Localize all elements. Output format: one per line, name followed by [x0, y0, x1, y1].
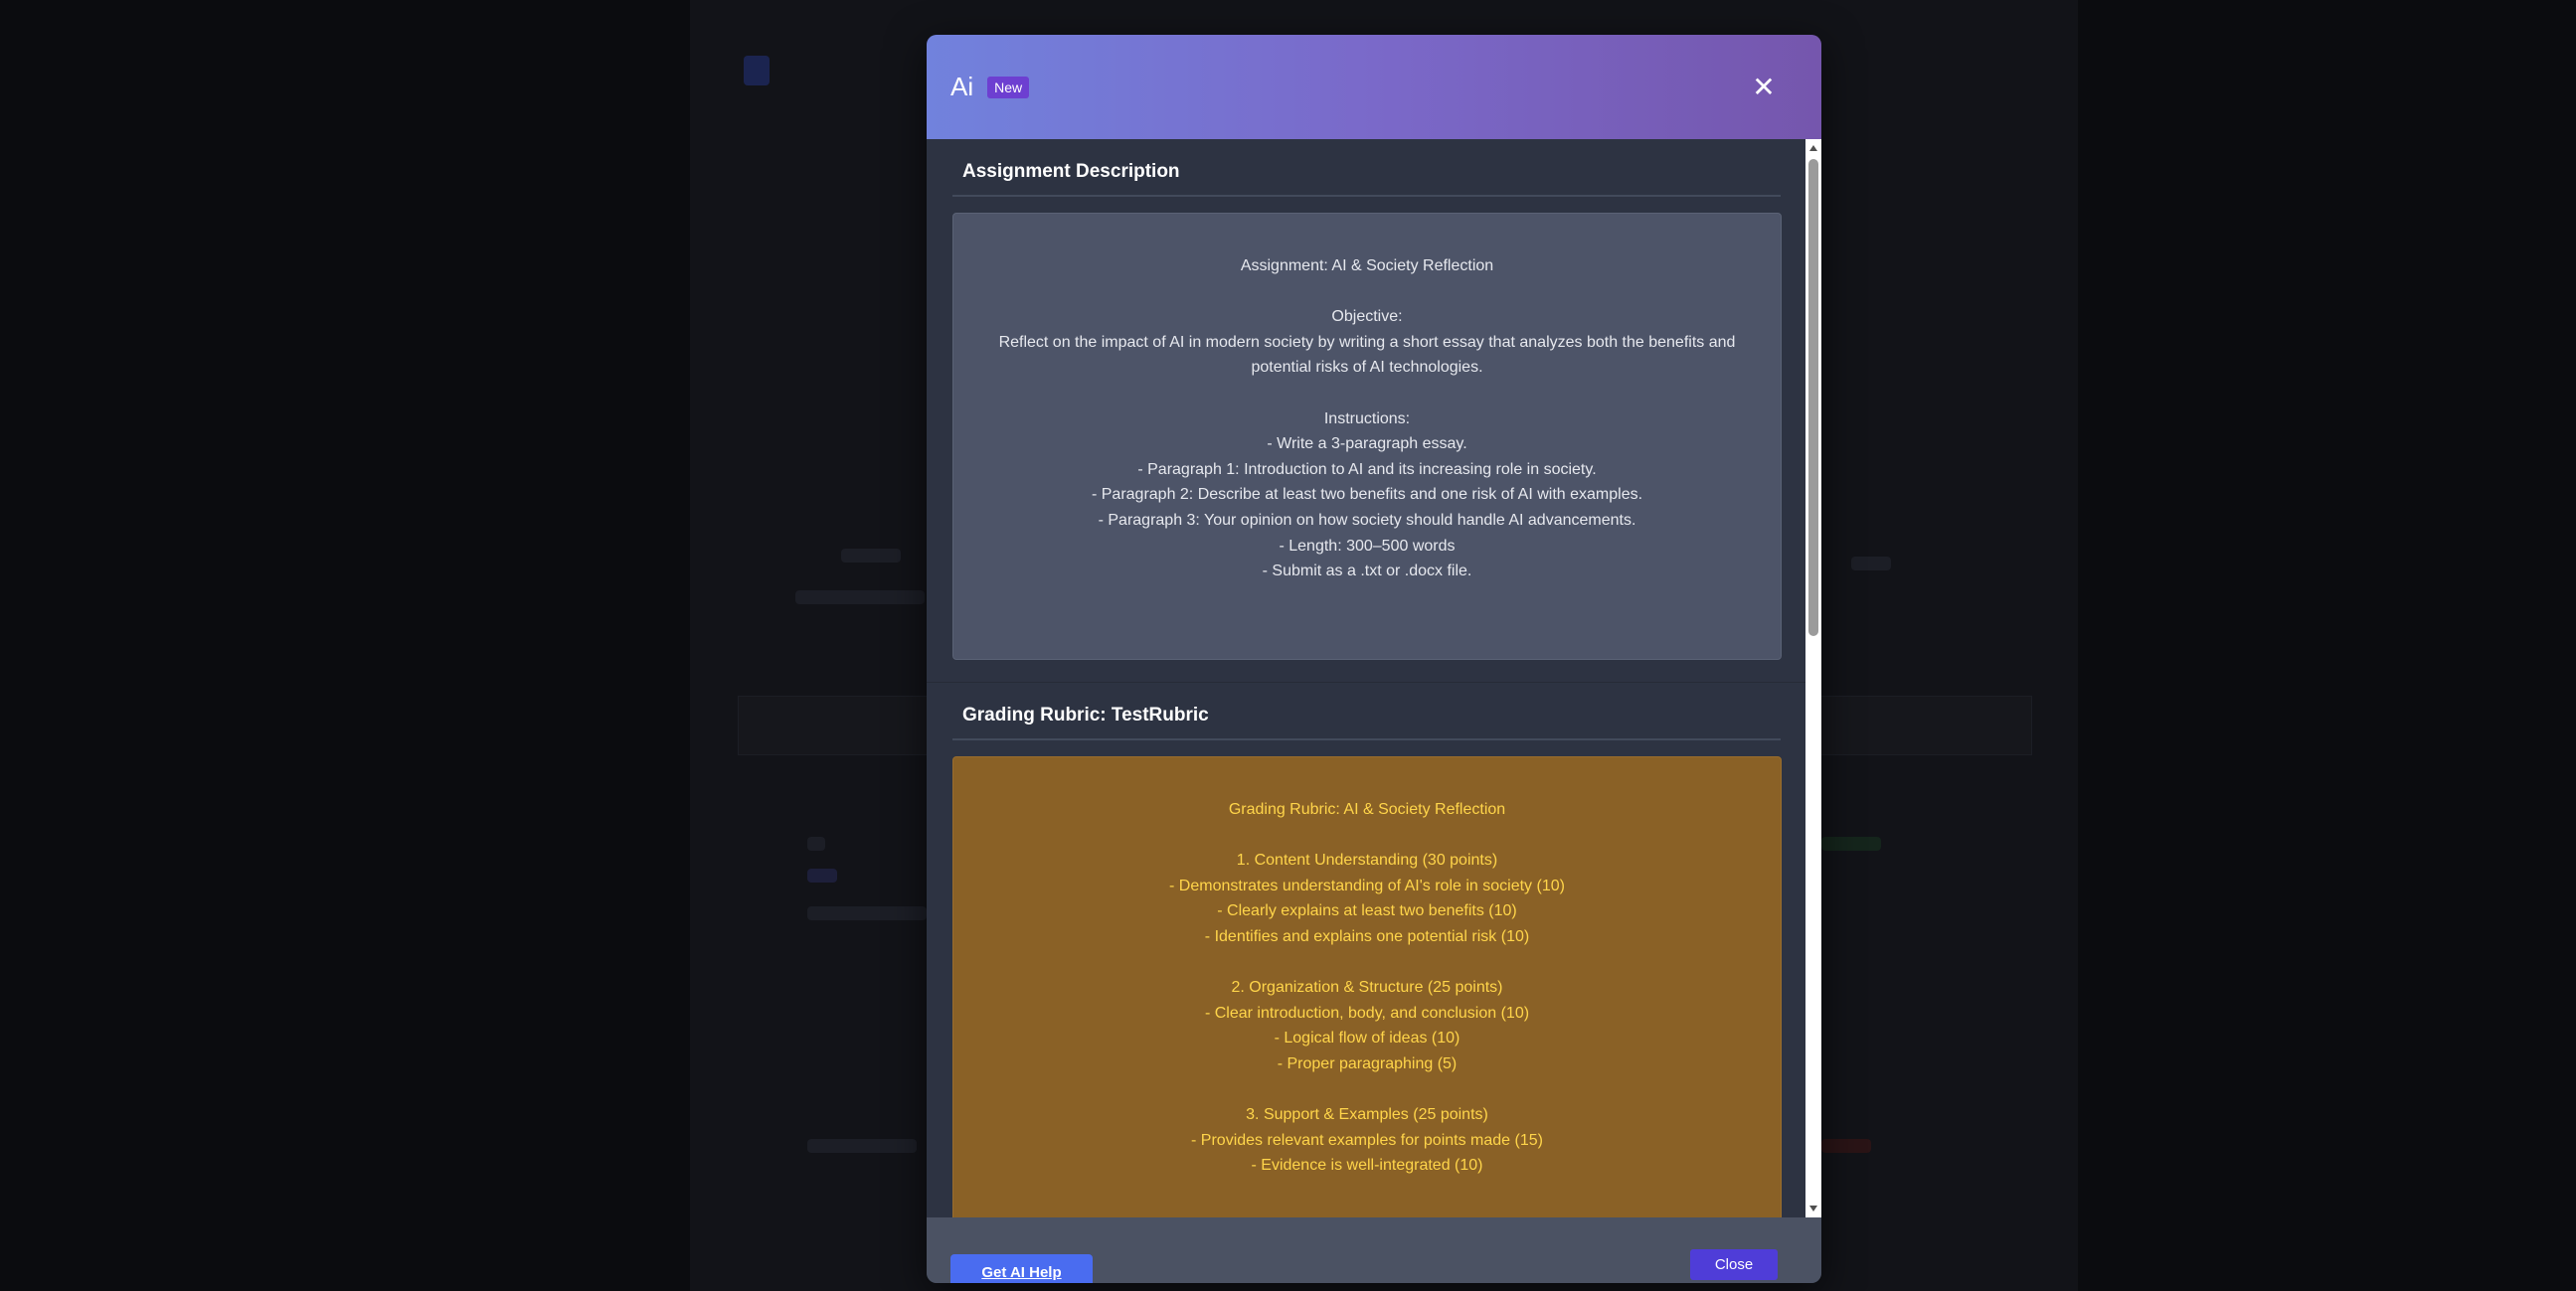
background-text: [1821, 1139, 1871, 1153]
rubric-line: 3. Support & Examples (25 points): [1246, 1106, 1488, 1124]
rubric-line: Grading Rubric: AI & Society Reflection: [1228, 801, 1506, 818]
description-line: Instructions:: [1323, 409, 1411, 427]
description-line: - Write a 3-paragraph essay.: [1267, 435, 1467, 453]
description-line: - Paragraph 1: Introduction to AI and it…: [1137, 460, 1597, 478]
section-title: Assignment Description: [952, 139, 1781, 197]
background-text: [807, 837, 825, 851]
description-line: - Length: 300–500 words: [1279, 537, 1456, 555]
section-divider: [927, 660, 1805, 683]
background-text: [807, 869, 837, 883]
rubric-line: - Demonstrates understanding of AI's rol…: [1169, 877, 1565, 894]
rubric-line: - Evidence is well-integrated (10): [1251, 1157, 1483, 1175]
background-text: [1851, 557, 1891, 570]
background-logo: [744, 56, 770, 85]
description-line: Objective:: [1331, 308, 1403, 326]
background-text: [795, 590, 925, 604]
modal-title: Ai: [950, 72, 974, 101]
rubric-line: - Clearly explains at least two benefits…: [1217, 902, 1517, 920]
scroll-up-icon[interactable]: [1809, 145, 1817, 151]
grading-rubric-box: Grading Rubric: AI & Society Reflection 1…: [952, 756, 1782, 1217]
close-button[interactable]: Close: [1690, 1249, 1778, 1280]
grading-rubric-section: Grading Rubric: TestRubric Grading Rubri…: [927, 660, 1805, 1217]
description-line: - Paragraph 2: Describe at least two ben…: [1091, 486, 1643, 504]
scroll-down-icon[interactable]: [1809, 1206, 1817, 1211]
modal-header: Ai New ✕: [927, 35, 1821, 139]
scrollbar[interactable]: [1805, 139, 1821, 1217]
section-title: Grading Rubric: TestRubric: [952, 683, 1781, 740]
ai-modal: Ai New ✕ Assignment Description Assignme…: [927, 35, 1821, 1283]
background-text: [1821, 837, 1881, 851]
description-line: potential risks of AI technologies.: [1251, 359, 1483, 377]
rubric-line: - Provides relevant examples for points …: [1191, 1131, 1543, 1149]
description-line: Reflect on the impact of AI in modern so…: [998, 333, 1736, 351]
rubric-line: - Logical flow of ideas (10): [1274, 1030, 1460, 1048]
rubric-line: - Identifies and explains one potential …: [1204, 927, 1530, 945]
modal-footer: Get AI Help Close: [927, 1217, 1821, 1283]
modal-body[interactable]: Assignment Description Assignment: AI & …: [927, 139, 1805, 1217]
rubric-line: - Clear introduction, body, and conclusi…: [1204, 1004, 1530, 1022]
rubric-line: 1. Content Understanding (30 points): [1236, 852, 1498, 870]
get-ai-help-button[interactable]: Get AI Help: [950, 1254, 1093, 1283]
assignment-description-section: Assignment Description Assignment: AI & …: [927, 139, 1805, 660]
close-icon[interactable]: ✕: [1744, 67, 1784, 106]
new-badge: New: [987, 76, 1030, 98]
background-text: [807, 1139, 917, 1153]
background-text: [807, 906, 927, 920]
rubric-line: - Proper paragraphing (5): [1277, 1054, 1458, 1072]
assignment-description-box: Assignment: AI & Society Reflection Objec…: [952, 213, 1782, 660]
description-line: - Submit as a .txt or .docx file.: [1262, 563, 1472, 580]
scroll-thumb[interactable]: [1808, 159, 1818, 636]
description-line: - Paragraph 3: Your opinion on how socie…: [1098, 511, 1636, 529]
description-line: Assignment: AI & Society Reflection: [1240, 257, 1494, 274]
rubric-line: 2. Organization & Structure (25 points): [1231, 979, 1503, 997]
background-text: [841, 549, 901, 563]
